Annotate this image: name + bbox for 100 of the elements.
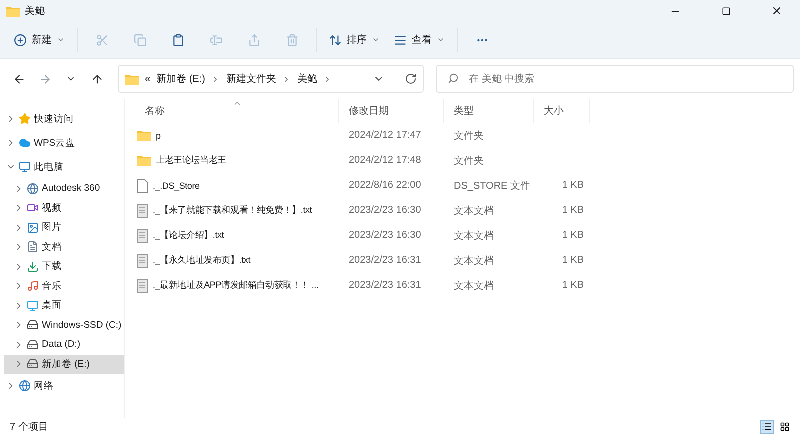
caret-icon [372,36,380,44]
tiles-view-button[interactable] [778,420,792,434]
file-type: 文本文档 [453,280,495,294]
overflow-chevron[interactable]: « [145,74,151,84]
caret-icon [437,36,445,44]
file-type: DS_STORE 文件 [453,180,532,194]
breadcrumb[interactable]: 新建文件夹 [226,72,276,86]
column-header[interactable]: 修改日期 [339,99,444,123]
file-size: 1 KB [561,254,585,268]
file-icon [137,178,148,192]
item-count: 7 个项目 [10,421,50,434]
drive-icon [27,358,39,370]
sidebar-item[interactable]: Autodesk 360 [4,179,124,198]
grid-icon [780,422,790,432]
drive-icon [27,338,39,351]
music-icon [27,280,39,292]
sidebar-item[interactable]: 下载 [4,257,124,276]
file-name[interactable]: 上老王论坛当老王 [135,148,339,173]
sidebar-item[interactable]: 视频 [4,198,124,218]
network-icon [19,380,31,392]
address-bar[interactable]: « 新加卷 (E:) 新建文件夹 美鲍 [118,65,424,93]
text-file-icon [137,254,148,268]
sidebar-item[interactable]: 快速访问 [4,107,124,131]
new-button[interactable]: 新建 [8,26,71,54]
file-size: 1 KB [561,204,585,218]
video-icon [27,202,39,214]
file-name[interactable]: p [135,123,339,148]
cloud-icon [19,137,31,149]
plus-circle-icon [14,34,27,46]
rename-icon [210,34,222,46]
sort-button[interactable]: 排序 [323,26,386,54]
folder-icon [137,130,151,141]
window-title: 美鲍 [25,4,46,18]
modified-date: 2023/2/23 16:31 [348,254,422,268]
text-file-icon [137,204,148,218]
folder-icon [137,155,151,166]
modified-date: 2024/2/12 17:47 [348,129,422,143]
up-arrow-icon [90,72,104,86]
text-file-icon [137,278,148,292]
sidebar-item[interactable]: 此电脑 [4,155,124,179]
sidebar-item[interactable]: 图片 [4,218,124,238]
caret-icon [57,36,65,44]
search-field[interactable]: 在 美鲍 中搜索 [436,65,794,93]
file-name[interactable]: ._【来了就能下载和观看！纯免费！】.txt [135,198,339,223]
modified-date: 2022/8/16 22:00 [348,179,422,193]
file-size: 1 KB [561,279,585,293]
column-header[interactable]: 大小 [534,99,590,123]
clipboard-icon [172,34,184,46]
file-name[interactable]: ._最新地址及APP请发邮箱自动获取！！ ... [135,273,339,298]
file-name[interactable]: ._【论坛介绍】.txt [135,223,339,248]
search-icon [448,73,459,84]
sort-caret-icon [233,99,242,108]
maximize-icon [722,6,730,16]
file-type: 文件夹 [453,130,485,144]
scissors-icon [96,34,108,46]
file-type: 文本文档 [453,204,495,218]
lines-icon [394,34,407,46]
star-icon [19,113,31,125]
modified-date: 2023/2/23 16:30 [348,229,422,243]
share-icon [248,34,260,46]
file-size: 1 KB [561,229,585,243]
desktop-icon [27,300,39,312]
sort-arrows-icon [329,34,342,46]
right-arrow-icon [38,72,52,86]
folder-icon [6,6,20,16]
column-header[interactable]: 名称 [135,99,339,123]
text-file-icon [137,228,148,242]
modified-date: 2023/2/23 16:31 [348,279,422,293]
refresh-icon[interactable] [405,73,417,85]
view-button[interactable]: 查看 [388,26,451,54]
sidebar-item[interactable]: 新加卷 (E:) [4,354,124,374]
sidebar-item[interactable]: 网络 [4,374,124,398]
sidebar-item[interactable]: 文档 [4,238,124,257]
breadcrumb[interactable]: 美鲍 [297,72,318,86]
trash-icon [286,34,298,46]
sidebar-item[interactable]: 桌面 [4,296,124,316]
copy-icon [134,34,146,46]
file-type: 文件夹 [453,154,485,168]
sidebar-item[interactable]: Windows-SSD (C:) [4,316,124,335]
picture-icon [27,222,39,234]
list-icon [762,422,772,432]
file-name[interactable]: ._.DS_Store [135,173,339,198]
sidebar-item[interactable]: WPS云盘 [4,131,124,155]
document-icon [27,241,39,254]
left-arrow-icon [12,72,26,86]
download-icon [27,260,39,273]
file-type: 文本文档 [453,230,495,244]
file-size: 1 KB [561,179,585,193]
sidebar-item[interactable]: Data (D:) [4,335,124,354]
column-header[interactable]: 类型 [444,99,534,123]
sidebar-item[interactable]: 音乐 [4,276,124,296]
globe-icon [27,182,39,195]
close-icon [771,5,783,17]
details-view-button[interactable] [760,420,774,434]
file-type: 文本文档 [453,254,495,268]
monitor-icon [19,161,31,173]
modified-date: 2023/2/23 16:30 [348,204,422,218]
file-name[interactable]: ._【永久地址发布页】.txt [135,248,339,273]
drive-icon [27,319,39,332]
breadcrumb[interactable]: 新加卷 (E:) [156,72,206,86]
